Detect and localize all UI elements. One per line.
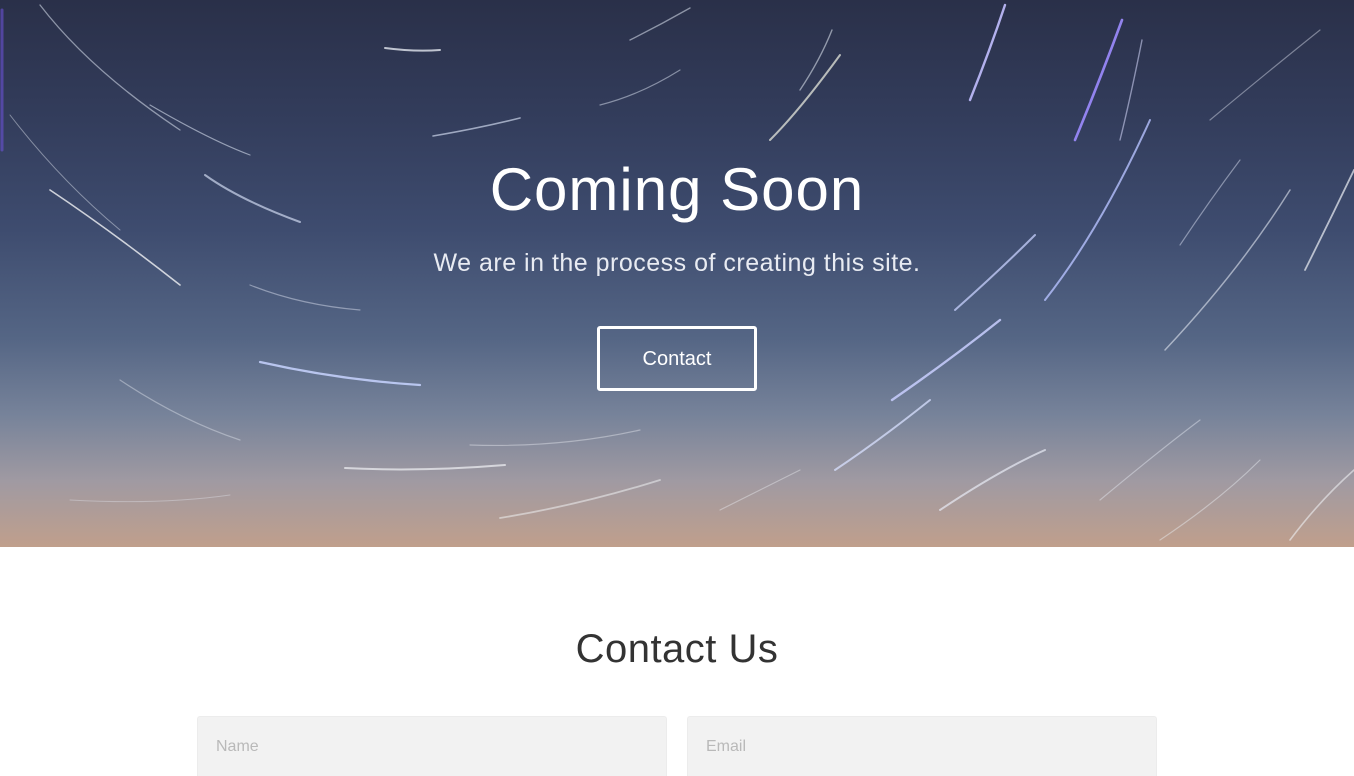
email-input[interactable] (687, 716, 1157, 776)
hero-section: Coming Soon We are in the process of cre… (0, 0, 1354, 547)
contact-section-title: Contact Us (575, 627, 779, 671)
name-input[interactable] (197, 716, 667, 776)
contact-button[interactable]: Contact (597, 326, 757, 391)
hero-subtitle: We are in the process of creating this s… (433, 249, 921, 277)
hero-title: Coming Soon (489, 156, 865, 223)
